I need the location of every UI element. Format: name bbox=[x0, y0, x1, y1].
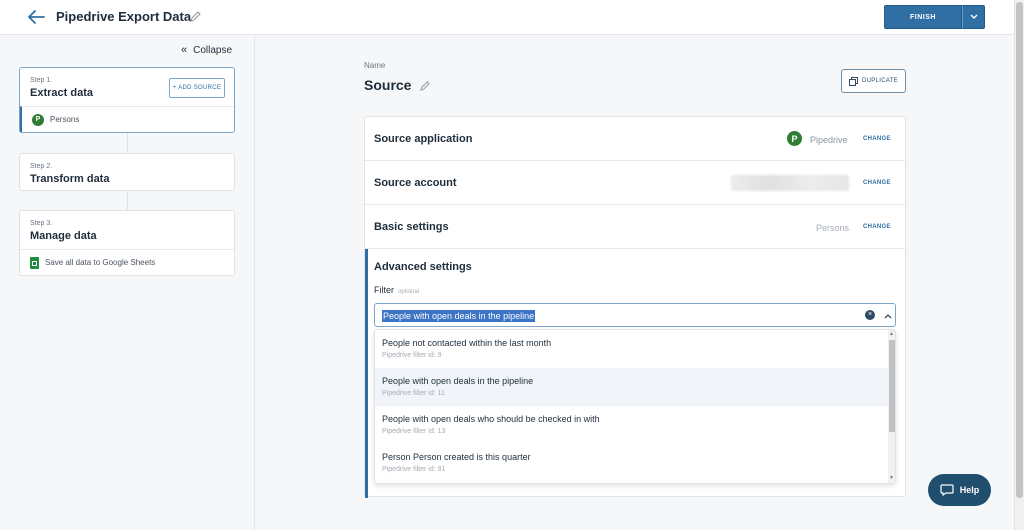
basic-settings-row: Basic settings Persons CHANGE bbox=[365, 205, 905, 249]
chevron-down-icon bbox=[970, 14, 977, 19]
chat-bubble-icon bbox=[940, 484, 954, 496]
copy-icon bbox=[849, 76, 859, 86]
change-account-button[interactable]: CHANGE bbox=[863, 180, 891, 186]
advanced-settings-section: Advanced settings Filter optional People … bbox=[365, 249, 905, 498]
source-item-label: Persons bbox=[50, 115, 80, 124]
back-arrow-icon[interactable] bbox=[27, 9, 45, 25]
google-sheets-icon bbox=[30, 256, 39, 269]
dropdown-option[interactable]: People with open deals in the pipeline P… bbox=[375, 368, 888, 406]
clear-icon[interactable]: × bbox=[865, 310, 875, 320]
option-subtitle: Pipedrive filter id: 11 bbox=[382, 390, 445, 397]
sidebar: « Collapse Step 1. Extract data + ADD SO… bbox=[0, 35, 255, 530]
collapse-label: Collapse bbox=[193, 44, 233, 56]
filter-selected-value: People with open deals in the pipeline bbox=[382, 310, 536, 322]
change-basic-settings-button[interactable]: CHANGE bbox=[863, 224, 891, 230]
page-scroll-thumb[interactable] bbox=[1016, 2, 1023, 498]
add-source-button[interactable]: + ADD SOURCE bbox=[169, 78, 225, 98]
option-subtitle: Pipedrive filter id: 91 bbox=[382, 466, 446, 473]
top-bar: Pipedrive Export Data FINISH bbox=[0, 0, 1014, 35]
source-app-name: Pipedrive bbox=[810, 135, 848, 145]
finish-button-group: FINISH bbox=[884, 5, 985, 29]
destination-item-label: Save all data to Google Sheets bbox=[45, 258, 156, 267]
option-title: People with open deals in the pipeline bbox=[382, 376, 534, 386]
row-title: Source application bbox=[374, 133, 473, 145]
option-title: People not contacted within the last mon… bbox=[382, 338, 552, 348]
filter-select[interactable]: People with open deals in the pipeline × bbox=[374, 303, 896, 327]
finish-button[interactable]: FINISH bbox=[884, 5, 962, 29]
dropdown-option[interactable]: People not contacted within the last mon… bbox=[375, 330, 888, 368]
step-title: Manage data bbox=[30, 230, 97, 242]
step-connector bbox=[127, 191, 128, 210]
step-manage-data[interactable]: Step 3. Manage data Save all data to Goo… bbox=[19, 210, 235, 276]
blurred-account-value bbox=[731, 175, 849, 191]
pencil-icon[interactable] bbox=[189, 11, 201, 23]
source-application-row: Source application P Pipedrive CHANGE bbox=[365, 117, 905, 161]
pipedrive-icon: P bbox=[787, 131, 802, 146]
duplicate-button[interactable]: DUPLICATE bbox=[841, 69, 906, 93]
page-title: Pipedrive Export Data bbox=[56, 9, 192, 24]
duplicate-label: DUPLICATE bbox=[862, 78, 898, 84]
double-chevron-left-icon: « bbox=[181, 44, 188, 56]
step-title: Transform data bbox=[30, 173, 110, 185]
source-settings-panel: Source application P Pipedrive CHANGE So… bbox=[364, 116, 906, 498]
filter-label-text: Filter bbox=[374, 285, 394, 295]
collapse-button[interactable]: « Collapse bbox=[181, 44, 232, 56]
source-item-persons[interactable]: P Persons bbox=[20, 106, 234, 132]
change-source-app-button[interactable]: CHANGE bbox=[863, 136, 891, 142]
dropdown-scroll-thumb[interactable] bbox=[889, 340, 895, 432]
filter-label: Filter optional bbox=[374, 285, 419, 295]
name-label: Name bbox=[364, 61, 386, 70]
help-label: Help bbox=[959, 485, 980, 495]
pipedrive-icon: P bbox=[32, 113, 44, 126]
step-transform-data[interactable]: Step 2. Transform data bbox=[19, 153, 235, 191]
dropdown-scrollbar[interactable]: ▲ ▼ bbox=[888, 330, 895, 483]
optional-hint: optional bbox=[398, 289, 420, 295]
option-title: Person Person created is this quarter bbox=[382, 452, 531, 462]
basic-settings-value: Persons bbox=[816, 223, 850, 233]
option-title: People with open deals who should be che… bbox=[382, 414, 600, 424]
step-connector bbox=[127, 133, 128, 153]
section-title: Advanced settings bbox=[374, 261, 472, 273]
scroll-down-arrow-icon[interactable]: ▼ bbox=[889, 475, 894, 481]
chevron-up-icon[interactable] bbox=[882, 311, 894, 323]
scroll-up-arrow-icon[interactable]: ▲ bbox=[889, 331, 894, 337]
row-title: Source account bbox=[374, 177, 457, 189]
row-title: Basic settings bbox=[374, 221, 449, 233]
page-scrollbar[interactable] bbox=[1014, 0, 1024, 530]
step-number: Step 3. bbox=[30, 220, 53, 227]
pencil-icon[interactable] bbox=[419, 81, 430, 92]
option-subtitle: Pipedrive filter id: 13 bbox=[382, 428, 446, 435]
filter-dropdown-menu: People not contacted within the last mon… bbox=[374, 329, 896, 484]
destination-item-google-sheets[interactable]: Save all data to Google Sheets bbox=[20, 249, 234, 275]
option-subtitle: Pipedrive filter id: 9 bbox=[382, 352, 442, 359]
step-number: Step 1. bbox=[30, 77, 53, 84]
source-title: Source bbox=[364, 77, 412, 93]
help-button[interactable]: Help bbox=[928, 474, 991, 506]
source-account-row: Source account CHANGE bbox=[365, 161, 905, 205]
step-extract-data[interactable]: Step 1. Extract data + ADD SOURCE P Pers… bbox=[19, 67, 235, 133]
finish-options-button[interactable] bbox=[962, 5, 985, 29]
step-number: Step 2. bbox=[30, 163, 53, 170]
dropdown-option[interactable]: People with open deals who should be che… bbox=[375, 406, 888, 444]
dropdown-option[interactable]: Person Person created is this quarter Pi… bbox=[375, 444, 888, 482]
step-title: Extract data bbox=[30, 87, 93, 99]
